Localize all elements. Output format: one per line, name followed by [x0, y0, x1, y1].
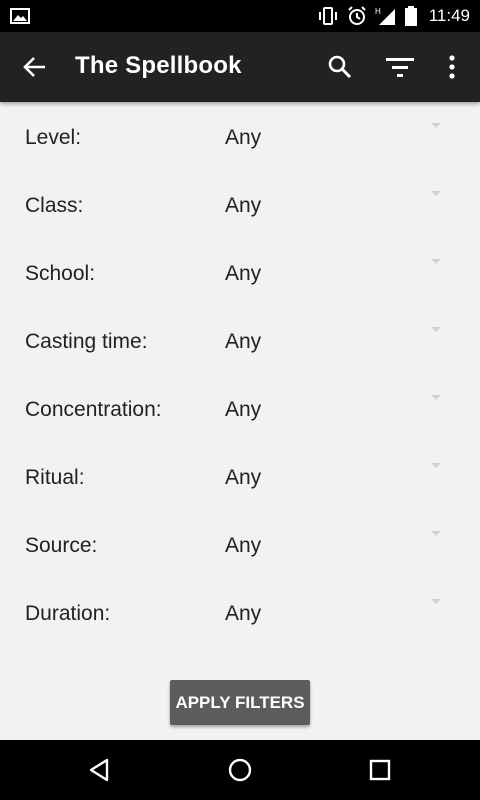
filter-row-school: School: Any — [0, 238, 480, 306]
filter-label: Ritual: — [25, 466, 85, 489]
filter-row-duration: Duration: Any — [0, 578, 480, 646]
filter-row-source: Source: Any — [0, 510, 480, 578]
dropdown-arrow-icon[interactable] — [431, 599, 441, 604]
filter-label: Duration: — [25, 602, 111, 625]
filter-icon[interactable] — [385, 54, 415, 80]
dropdown-arrow-icon[interactable] — [431, 191, 441, 196]
navigation-bar — [0, 740, 480, 800]
battery-icon — [404, 6, 417, 26]
dropdown-arrow-icon[interactable] — [431, 531, 441, 536]
filter-row-level: Level: Any — [0, 102, 480, 170]
filter-row-class: Class: Any — [0, 170, 480, 238]
filter-dropdown[interactable]: Any — [225, 194, 261, 218]
filter-dropdown[interactable]: Any — [225, 466, 261, 490]
filter-row-ritual: Ritual: Any — [0, 442, 480, 510]
filter-dropdown[interactable]: Any — [225, 330, 261, 354]
filter-dropdown[interactable]: Any — [225, 262, 261, 286]
more-vert-icon[interactable] — [443, 53, 461, 81]
signal-h-icon: H — [375, 7, 395, 25]
filter-row-concentration: Concentration: Any — [0, 374, 480, 442]
status-time: 11:49 — [428, 6, 470, 25]
svg-text:H: H — [375, 7, 381, 16]
home-icon[interactable] — [224, 754, 256, 786]
search-icon[interactable] — [327, 54, 353, 80]
back-icon[interactable] — [84, 754, 116, 786]
filter-label: Concentration: — [25, 398, 162, 421]
vibrate-icon — [318, 7, 337, 25]
dropdown-arrow-icon[interactable] — [431, 327, 441, 332]
status-bar: H 11:49 — [0, 0, 480, 32]
recents-icon[interactable] — [364, 754, 396, 786]
dropdown-arrow-icon[interactable] — [431, 123, 441, 128]
filter-label: Level: — [25, 126, 82, 149]
filter-row-casting-time: Casting time: Any — [0, 306, 480, 374]
filter-dropdown[interactable]: Any — [225, 602, 261, 626]
filter-dropdown[interactable]: Any — [225, 126, 261, 150]
app-title: The Spellbook — [75, 52, 242, 79]
apply-filters-button[interactable]: APPLY FILTERS — [170, 680, 310, 725]
dropdown-arrow-icon[interactable] — [431, 259, 441, 264]
back-arrow-icon[interactable] — [22, 54, 48, 80]
filter-dropdown[interactable]: Any — [225, 534, 261, 558]
dropdown-arrow-icon[interactable] — [431, 463, 441, 468]
filter-label: Source: — [25, 534, 98, 557]
filter-label: School: — [25, 262, 96, 285]
app-bar: The Spellbook — [0, 32, 480, 102]
gallery-icon — [10, 8, 30, 24]
filter-label: Casting time: — [25, 330, 148, 353]
alarm-icon — [348, 6, 366, 25]
filter-dropdown[interactable]: Any — [225, 398, 261, 422]
dropdown-arrow-icon[interactable] — [431, 395, 441, 400]
filter-label: Class: — [25, 194, 84, 217]
